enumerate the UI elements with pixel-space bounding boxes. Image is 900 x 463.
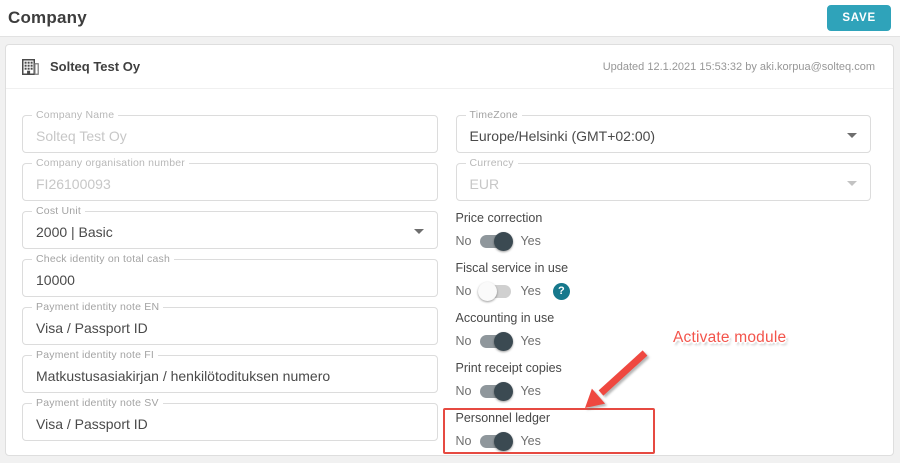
toggle-no-label: No [456,334,472,348]
field-label: Payment identity note SV [32,397,163,409]
chevron-down-icon[interactable] [414,229,424,234]
chevron-down-icon [847,181,857,186]
toggle-yes-label: Yes [520,434,540,448]
updated-timestamp: Updated 12.1.2021 15:53:32 by aki.korpua… [603,61,875,73]
toggle-yes-label: Yes [520,334,540,348]
timezone-select[interactable]: TimeZone Europe/Helsinki (GMT+02:00) [456,115,872,153]
field-value: Visa / Passport ID [36,416,148,432]
toggle-no-label: No [456,384,472,398]
price-correction-switch[interactable] [480,235,511,248]
toggle-yes-label: Yes [520,234,540,248]
field-value: Matkustusasiakirjan / henkilötodituksen … [36,368,330,384]
field-label: Cost Unit [32,205,85,217]
personnel-ledger-switch[interactable] [480,435,511,448]
field-label: Company organisation number [32,157,189,169]
toggle-label: Price correction [456,211,872,225]
payment-note-sv-field[interactable]: Payment identity note SV Visa / Passport… [22,403,438,441]
field-value: 10000 [36,272,75,288]
toggle-no-label: No [456,234,472,248]
toggle-price-correction: Price correction No Yes [456,211,872,251]
company-name-field: Company Name Solteq Test Oy [22,115,438,153]
switch-knob [478,282,497,301]
field-value: 2000 | Basic [36,224,113,240]
organisation-number-field: Company organisation number FI26100093 [22,163,438,201]
payment-note-fi-field[interactable]: Payment identity note FI Matkustusasiaki… [22,355,438,393]
toggle-label: Print receipt copies [456,361,872,375]
toggle-yes-label: Yes [520,284,540,298]
field-value: EUR [470,176,500,192]
toggle-yes-label: Yes [520,384,540,398]
right-column: TimeZone Europe/Helsinki (GMT+02:00) Cur… [456,115,872,451]
cost-unit-select[interactable]: Cost Unit 2000 | Basic [22,211,438,249]
field-label: Currency [466,157,518,169]
field-label: Payment identity note EN [32,301,163,313]
company-name-heading: Solteq Test Oy [50,59,140,74]
building-icon [22,59,39,75]
switch-knob [494,432,513,451]
toggle-no-label: No [456,434,472,448]
toggle-accounting: Accounting in use No Yes [456,311,872,351]
top-bar: Company SAVE [0,0,900,36]
check-identity-field[interactable]: Check identity on total cash 10000 [22,259,438,297]
payment-note-en-field[interactable]: Payment identity note EN Visa / Passport… [22,307,438,345]
toggle-personnel-ledger: Personnel ledger No Yes [456,411,872,451]
fiscal-service-switch[interactable] [480,285,511,298]
field-label: Check identity on total cash [32,253,174,265]
card-header: Solteq Test Oy Updated 12.1.2021 15:53:3… [6,45,893,89]
field-value: Visa / Passport ID [36,320,148,336]
company-card: Solteq Test Oy Updated 12.1.2021 15:53:3… [5,44,894,456]
chevron-down-icon[interactable] [847,133,857,138]
toggle-fiscal-service: Fiscal service in use No Yes ? [456,261,872,301]
field-value: Solteq Test Oy [36,128,127,144]
accounting-switch[interactable] [480,335,511,348]
print-receipt-switch[interactable] [480,385,511,398]
card-body: Company Name Solteq Test Oy Company orga… [6,89,893,451]
field-value: Europe/Helsinki (GMT+02:00) [470,128,656,144]
toggle-label: Accounting in use [456,311,872,325]
toggle-print-receipt: Print receipt copies No Yes [456,361,872,401]
field-value: FI26100093 [36,176,111,192]
field-label: Company Name [32,109,118,121]
help-icon[interactable]: ? [553,283,570,300]
page-title: Company [8,8,87,28]
toggle-no-label: No [456,284,472,298]
switch-knob [494,382,513,401]
currency-select: Currency EUR [456,163,872,201]
switch-knob [494,232,513,251]
switch-knob [494,332,513,351]
field-label: Payment identity note FI [32,349,158,361]
field-label: TimeZone [466,109,522,121]
toggle-label: Personnel ledger [456,411,872,425]
left-column: Company Name Solteq Test Oy Company orga… [22,115,438,451]
save-button[interactable]: SAVE [827,5,891,31]
annotation-text: Activate module [673,329,786,347]
toggle-label: Fiscal service in use [456,261,872,275]
